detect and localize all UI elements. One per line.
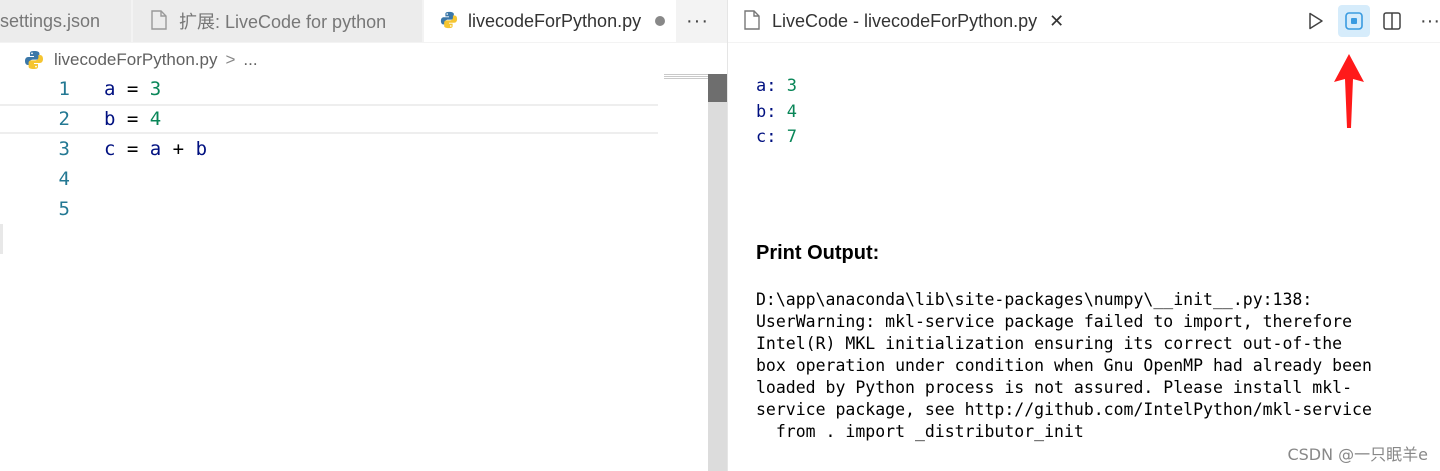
tab-settings-json[interactable]: settings.json (0, 0, 132, 42)
line-number: 3 (58, 138, 70, 160)
code-text[interactable]: c = a + b (104, 138, 207, 160)
code-token: = (115, 108, 150, 130)
code-text[interactable]: b = 4 (104, 108, 161, 130)
code-token: c (104, 138, 116, 160)
print-output-text: D:\app\anaconda\lib\site-packages\numpy\… (756, 289, 1426, 443)
breadcrumb: livecodeForPython.py > ... (24, 48, 258, 72)
tab-extension-livecode[interactable]: 扩展: LiveCode for python (133, 0, 423, 42)
line-number: 2 (58, 108, 70, 130)
variable-name: c: (756, 127, 777, 147)
code-line[interactable]: 2 b = 4 (0, 104, 658, 134)
variables-panel: a: 3 b: 4 c: 7 (756, 74, 797, 151)
variable-value: 3 (786, 76, 797, 96)
code-line[interactable]: 4 (0, 164, 658, 194)
code-line[interactable]: 3 c = a + b (0, 134, 658, 164)
code-token: + (161, 138, 196, 160)
breadcrumb-separator: > (225, 50, 236, 69)
tab-label: LiveCode - livecodeForPython.py (772, 10, 1038, 31)
variable-name: a: (756, 76, 777, 96)
code-token: a (104, 78, 116, 100)
left-tab-bar: settings.json 扩展: LiveCode for python li… (0, 0, 728, 43)
variable-value: 4 (786, 101, 797, 122)
file-icon (151, 10, 169, 32)
print-output-line: D:\app\anaconda\lib\site-packages\numpy\… (756, 290, 1313, 309)
variable-value: 7 (786, 127, 797, 147)
tab-label: livecodeForPython.py (468, 10, 642, 31)
code-editor[interactable]: 1 a = 3 2 b = 4 3 c = a + b 4 5 (0, 74, 708, 471)
tab-label: 扩展: LiveCode for python (179, 12, 387, 32)
python-icon (24, 50, 44, 70)
print-output-line: service package, see http://github.com/I… (756, 400, 1372, 419)
editor-group-left: settings.json 扩展: LiveCode for python li… (0, 0, 728, 471)
line-number: 4 (58, 168, 70, 190)
print-output-line: loaded by Python process is not assured.… (756, 378, 1353, 397)
python-icon (440, 10, 458, 32)
code-token: = (115, 78, 150, 100)
file-icon (744, 10, 762, 32)
close-icon[interactable]: ✕ (1049, 11, 1064, 32)
code-token: 4 (149, 108, 162, 130)
code-text[interactable]: a = 3 (104, 78, 161, 100)
right-tab-bar: LiveCode - livecodeForPython.py ✕ ··· (728, 0, 1440, 43)
tab-livecode-preview[interactable]: LiveCode - livecodeForPython.py ✕ (728, 0, 1068, 42)
variable-name: b: (756, 101, 777, 122)
code-line[interactable]: 5 (0, 194, 658, 224)
code-token: = (115, 138, 150, 160)
line-number: 1 (58, 78, 70, 100)
code-token: a (149, 138, 162, 160)
variable-row: c: 7 (756, 125, 797, 151)
print-output-line: from . import _distributor_init (756, 422, 1084, 441)
print-output-title: Print Output: (756, 242, 880, 264)
breadcrumb-file[interactable]: livecodeForPython.py (54, 50, 217, 70)
code-token: 3 (149, 78, 162, 100)
code-token: b (104, 108, 116, 130)
red-arrow-annotation (1334, 54, 1364, 128)
split-editor-icon[interactable] (1376, 5, 1408, 37)
watermark: CSDN @一只眠羊e (1287, 445, 1428, 464)
unsaved-dot-icon[interactable] (655, 16, 666, 26)
more-actions-icon[interactable]: ··· (1414, 5, 1440, 37)
scrollbar-thumb[interactable] (708, 74, 728, 102)
breadcrumb-ellipsis[interactable]: ... (243, 50, 257, 70)
run-icon[interactable] (1300, 5, 1332, 37)
minimap[interactable] (664, 74, 708, 79)
more-actions-icon[interactable]: ··· (686, 0, 709, 42)
vertical-scrollbar[interactable] (708, 74, 728, 471)
live-preview-icon[interactable] (1338, 5, 1370, 37)
editor-actions: ··· (1294, 0, 1440, 42)
code-line[interactable]: 1 a = 3 (0, 74, 658, 104)
variable-row: a: 3 (756, 74, 797, 100)
print-output-line: UserWarning: mkl-service package failed … (756, 312, 1353, 331)
line-number: 5 (58, 198, 70, 220)
print-output-line: Intel(R) MKL initialization ensuring its… (756, 334, 1343, 353)
code-token: b (195, 138, 208, 160)
tab-label: settings.json (0, 10, 101, 31)
tab-livecodeforpython-py[interactable]: livecodeForPython.py (424, 0, 676, 42)
variable-row: b: 4 (756, 100, 797, 126)
print-output-line: box operation under condition when Gnu O… (756, 356, 1372, 375)
gutter-edge (0, 224, 3, 254)
